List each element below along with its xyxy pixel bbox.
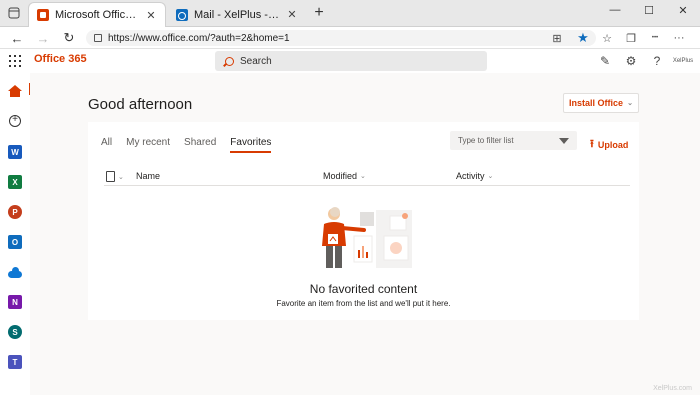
column-modified[interactable]: Modified ⌄ [323, 171, 366, 181]
tab-favorites[interactable]: Favorites [230, 137, 272, 153]
column-modified-label: Modified [323, 171, 358, 181]
settings-gear-icon[interactable]: ⚙ [622, 52, 640, 70]
url-text: https://www.office.com/?auth=2&home=1 [108, 32, 290, 44]
onedrive-icon [8, 266, 22, 278]
tab-all[interactable]: All [101, 137, 112, 153]
install-office-label: Install Office [569, 98, 624, 108]
install-office-button[interactable]: Install Office ⌄ [563, 93, 639, 113]
search-input[interactable]: Search [215, 51, 487, 71]
chevron-down-icon: ⌄ [360, 173, 366, 180]
search-icon [225, 56, 234, 66]
empty-state-illustration [322, 207, 412, 268]
rail-item-outlook[interactable]: O [6, 233, 24, 251]
header-actions: ✎ ⚙ ? XelPlus [596, 52, 693, 70]
rail-item-onenote[interactable]: N [6, 293, 24, 311]
close-tab-icon[interactable]: ✕ [145, 9, 157, 22]
rail-item-powerpoint[interactable]: P [6, 203, 24, 221]
empty-state-title: No favorited content [309, 282, 418, 296]
back-button[interactable]: ← [8, 29, 26, 47]
tab-office-home[interactable]: Microsoft Office Home ✕ [28, 2, 166, 27]
rail-item-create[interactable]: + [6, 112, 24, 130]
create-icon: + [9, 115, 21, 127]
tab-actions-icon[interactable] [6, 5, 22, 21]
filter-input[interactable]: Type to filter list [450, 131, 577, 150]
column-name-label: Name [136, 171, 161, 181]
favorites-icon[interactable]: ☆ [598, 29, 616, 47]
address-bar[interactable]: https://www.office.com/?auth=2&home=1 [86, 30, 596, 46]
file-list-header: ⌄ Name Modified ⌄ Activity ⌄ [104, 168, 630, 186]
teams-icon: T [8, 355, 22, 369]
chevron-down-icon: ⌄ [627, 100, 633, 107]
tab-shared[interactable]: Shared [184, 137, 216, 153]
upload-icon: ⭱ [590, 138, 594, 150]
upload-label: Upload [597, 139, 629, 150]
page-title: Good afternoon [88, 96, 193, 113]
tab-label: Mail - XelPlus - Outlook [194, 8, 280, 21]
filter-placeholder: Type to filter list [458, 136, 514, 145]
column-name[interactable]: Name [136, 171, 160, 181]
rail-item-word[interactable]: W [6, 143, 24, 161]
office-icon [37, 9, 49, 21]
outlook-icon [176, 8, 188, 21]
column-activity[interactable]: Activity ⌄ [456, 171, 493, 181]
chevron-down-icon: ⌄ [118, 173, 124, 181]
minimize-button[interactable]: — [598, 0, 632, 20]
rail-item-excel[interactable]: X [6, 173, 24, 191]
filter-icon[interactable] [559, 137, 569, 144]
column-activity-label: Activity [456, 171, 485, 181]
avatar[interactable]: XelPlus [673, 52, 693, 70]
forward-button[interactable]: → [34, 29, 52, 47]
maximize-button[interactable]: ☐ [632, 0, 666, 20]
sharepoint-icon: S [8, 325, 22, 339]
onenote-icon: N [8, 295, 22, 309]
word-icon: W [8, 145, 22, 159]
collections-icon[interactable]: ❐ [622, 29, 640, 47]
browser-extras: ☆ ❐ ••• ··· [598, 29, 688, 47]
outlook-icon: O [8, 235, 22, 249]
tab-my-recent[interactable]: My recent [126, 137, 170, 153]
refresh-button[interactable]: ↻ [60, 29, 78, 47]
brand-title[interactable]: Office 365 [34, 53, 87, 65]
file-tabs: All My recent Shared Favorites [101, 137, 272, 153]
more-options-icon[interactable]: ··· [670, 29, 688, 47]
chevron-down-icon: ⌄ [487, 173, 494, 180]
empty-state-subtitle: Favorite an item from the list and we'll… [276, 299, 451, 308]
favorite-star-icon[interactable]: ★ [574, 29, 592, 47]
browser-tab-strip: Microsoft Office Home ✕ Mail - XelPlus -… [0, 0, 700, 27]
excel-icon: X [8, 175, 22, 189]
tab-label: Microsoft Office Home [55, 9, 139, 21]
app-launcher-icon[interactable] [9, 55, 21, 67]
rail-item-onedrive[interactable] [6, 263, 24, 281]
feedback-icon[interactable]: ✎ [596, 52, 614, 70]
file-type-column[interactable]: ⌄ [106, 171, 124, 182]
document-icon [106, 171, 115, 182]
home-icon [8, 85, 22, 97]
search-placeholder: Search [240, 55, 272, 67]
browser-toolbar: ← → ↻ https://www.office.com/?auth=2&hom… [0, 27, 700, 49]
powerpoint-icon: P [8, 205, 22, 219]
close-tab-icon[interactable]: ✕ [286, 8, 298, 21]
profile-icon[interactable]: ••• [646, 29, 664, 47]
lock-icon [94, 34, 102, 42]
app-available-icon[interactable]: ⊞ [548, 29, 566, 47]
tab-outlook-mail[interactable]: Mail - XelPlus - Outlook ✕ [168, 2, 306, 27]
rail-item-home[interactable] [6, 82, 24, 100]
rail-item-teams[interactable]: T [6, 353, 24, 371]
rail-item-sharepoint[interactable]: S [6, 323, 24, 341]
address-actions: ⊞ ★ [548, 29, 592, 47]
help-icon[interactable]: ? [648, 52, 666, 70]
new-tab-button[interactable]: + [310, 4, 328, 22]
close-window-button[interactable]: ✕ [666, 0, 700, 20]
office-header: Office 365 Search ✎ ⚙ ? XelPlus [0, 49, 700, 73]
watermark: XelPlus.com [653, 385, 692, 392]
upload-button[interactable]: ⭱ Upload [590, 135, 628, 154]
window-controls: — ☐ ✕ [598, 0, 700, 27]
